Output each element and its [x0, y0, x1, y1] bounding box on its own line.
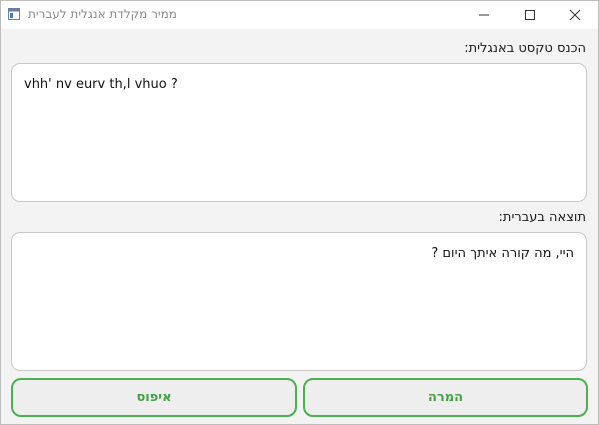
convert-button[interactable]: המרה: [303, 378, 588, 417]
reset-button[interactable]: איפוס: [11, 378, 297, 417]
minimize-icon: [479, 14, 489, 16]
window-title: ממיר מקלדת אנגלית לעברית: [28, 7, 177, 21]
close-icon: [569, 9, 581, 21]
app-window: ממיר מקלדת אנגלית לעברית הכנס טקסט באנגל…: [0, 0, 599, 425]
output-label: תוצאה בעברית:: [498, 210, 586, 225]
close-button[interactable]: [552, 1, 598, 29]
title-bar[interactable]: ממיר מקלדת אנגלית לעברית: [1, 1, 598, 29]
maximize-icon: [525, 10, 535, 20]
input-label: הכנס טקסט באנגלית:: [464, 41, 586, 56]
app-window-icon: [8, 8, 20, 20]
minimize-button[interactable]: [461, 1, 507, 29]
maximize-button[interactable]: [507, 1, 553, 29]
english-input-textarea[interactable]: vhh' nv eurv th,l vhuo ?: [11, 63, 587, 202]
hebrew-output-textarea[interactable]: היי, מה קורה איתך היום ?: [11, 232, 587, 371]
